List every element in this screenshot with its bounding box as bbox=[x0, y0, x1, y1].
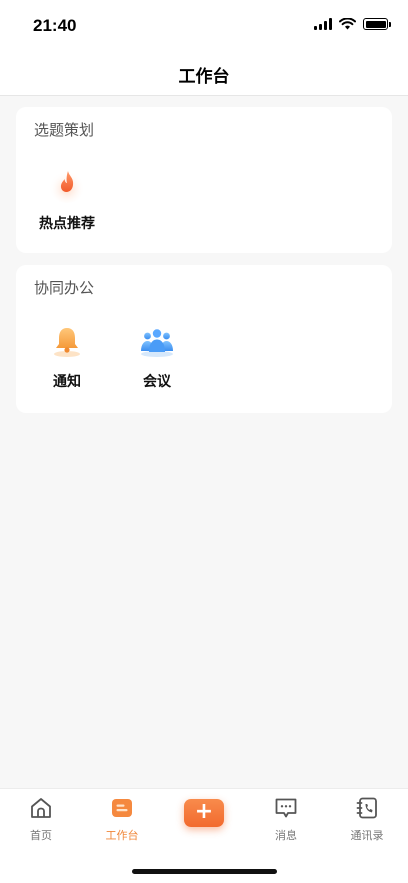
signal-icon bbox=[314, 18, 332, 30]
grid-item-label: 热点推荐 bbox=[39, 216, 95, 232]
tab-label: 工作台 bbox=[105, 829, 139, 842]
tab-contacts[interactable]: 通讯录 bbox=[332, 795, 402, 843]
workbench-screen: 21:40 工作台 选题策划 热点推荐 协同办公 通知 会议 首页 工作台 + … bbox=[0, 0, 408, 883]
section-title: 选题策划 bbox=[34, 121, 95, 139]
grid-item-label: 通知 bbox=[53, 374, 81, 390]
tab-workbench[interactable]: 工作台 bbox=[87, 795, 157, 843]
section-title: 协同办公 bbox=[34, 279, 95, 297]
wifi-icon bbox=[339, 18, 356, 30]
flame-icon bbox=[47, 163, 87, 203]
tab-label: 消息 bbox=[275, 829, 297, 842]
home-icon bbox=[28, 795, 54, 821]
message-icon bbox=[273, 795, 299, 821]
battery-icon bbox=[363, 18, 391, 30]
status-icons bbox=[314, 18, 391, 30]
home-indicator bbox=[132, 869, 277, 874]
section-collaboration: 协同办公 通知 会议 bbox=[16, 265, 392, 413]
page-title: 工作台 bbox=[178, 67, 230, 87]
add-button[interactable]: + bbox=[184, 799, 224, 827]
nav-bar: 工作台 bbox=[0, 50, 408, 96]
tab-messages[interactable]: 消息 bbox=[251, 795, 321, 843]
tab-label: 通讯录 bbox=[350, 829, 384, 842]
tab-label: 首页 bbox=[30, 829, 52, 842]
people-icon bbox=[137, 321, 177, 361]
grid-item-label: 会议 bbox=[143, 374, 171, 390]
grid-item-meeting[interactable]: 会议 bbox=[112, 321, 202, 391]
grid-item-notice[interactable]: 通知 bbox=[22, 321, 112, 391]
workbench-icon bbox=[109, 795, 135, 821]
grid-item-hot-recommend[interactable]: 热点推荐 bbox=[22, 163, 112, 233]
status-time: 21:40 bbox=[33, 16, 77, 35]
tab-home[interactable]: 首页 bbox=[6, 795, 76, 843]
status-bar: 21:40 bbox=[0, 0, 408, 50]
section-topic-planning: 选题策划 热点推荐 bbox=[16, 107, 392, 253]
bell-icon bbox=[47, 321, 87, 361]
contacts-icon bbox=[354, 795, 380, 821]
